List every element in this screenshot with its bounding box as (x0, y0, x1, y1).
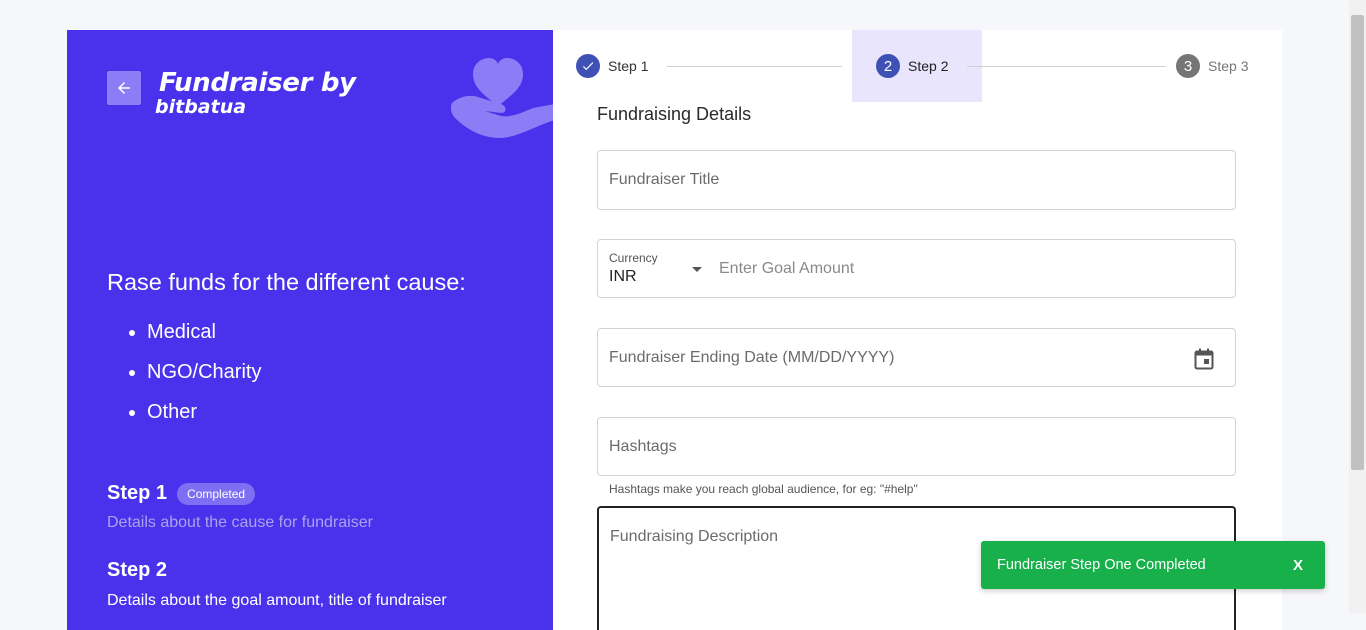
fundraiser-card: Fundraiser by bitbatua Rase funds for th… (67, 30, 1282, 630)
ending-date-input[interactable] (598, 329, 1235, 386)
currency-label: Currency (609, 251, 658, 265)
form-panel: Step 1 2 Step 2 3 Step 3 Fundraising Det… (553, 30, 1282, 630)
step1-info: Step 1 Completed Details about the cause… (107, 482, 373, 532)
step-connector (967, 66, 1166, 67)
step2-title: Step 2 (107, 559, 168, 581)
heart-hand-icon (451, 58, 553, 138)
ending-date-field[interactable] (597, 328, 1236, 387)
cause-title: Rase funds for the different cause: (107, 269, 466, 295)
step1-title: Step 1 (107, 482, 168, 504)
completed-badge: Completed (177, 482, 256, 505)
cause-item: Other (147, 397, 261, 437)
brand-title: Fundraiser by (159, 68, 356, 98)
cause-item: Medical (147, 317, 261, 357)
hashtags-helper: Hashtags make you reach global audience,… (609, 482, 918, 496)
brand-logo: Fundraiser by bitbatua (155, 68, 356, 118)
step2-info: Step 2 Details about the goal amount, ti… (107, 559, 447, 610)
step-3[interactable]: 3 Step 3 (1176, 54, 1248, 78)
cause-list: Medical NGO/Charity Other (107, 317, 261, 437)
step-2[interactable]: 2 Step 2 (876, 54, 948, 78)
back-button[interactable] (107, 71, 141, 105)
brand-subtitle: bitbatua (155, 96, 247, 118)
step-3-label: Step 3 (1208, 58, 1249, 74)
step-3-number: 3 (1176, 54, 1200, 78)
arrow-left-icon (118, 82, 130, 94)
hashtags-field[interactable] (597, 417, 1236, 476)
goal-amount-wrapper (708, 240, 1228, 297)
fundraiser-title-input[interactable] (598, 151, 1235, 209)
fundraiser-title-field[interactable] (597, 150, 1236, 210)
stepper: Step 1 2 Step 2 3 Step 3 (553, 30, 1282, 102)
goal-amount-field[interactable]: Currency INR (597, 239, 1236, 298)
success-toast: Fundraiser Step One Completed X (981, 541, 1325, 589)
step1-description: Details about the cause for fundraiser (107, 514, 373, 531)
scrollbar-thumb[interactable] (1351, 15, 1364, 470)
goal-amount-input[interactable] (708, 240, 1228, 297)
check-icon (576, 54, 600, 78)
step-connector (667, 66, 842, 67)
page-scrollbar[interactable] (1349, 0, 1366, 613)
caret-down-icon[interactable] (692, 267, 702, 272)
step-2-number: 2 (876, 54, 900, 78)
step-1[interactable]: Step 1 (576, 54, 648, 78)
cause-item: NGO/Charity (147, 357, 261, 397)
info-panel: Fundraiser by bitbatua Rase funds for th… (67, 30, 553, 630)
calendar-icon[interactable] (1194, 348, 1214, 370)
toast-message: Fundraiser Step One Completed (997, 557, 1206, 573)
step-1-label: Step 1 (608, 58, 649, 74)
step-2-label: Step 2 (908, 58, 949, 74)
step2-description: Details about the goal amount, title of … (107, 592, 447, 609)
section-title: Fundraising Details (597, 104, 752, 124)
toast-close-button[interactable]: X (1293, 557, 1303, 574)
hashtags-input[interactable] (598, 418, 1235, 475)
